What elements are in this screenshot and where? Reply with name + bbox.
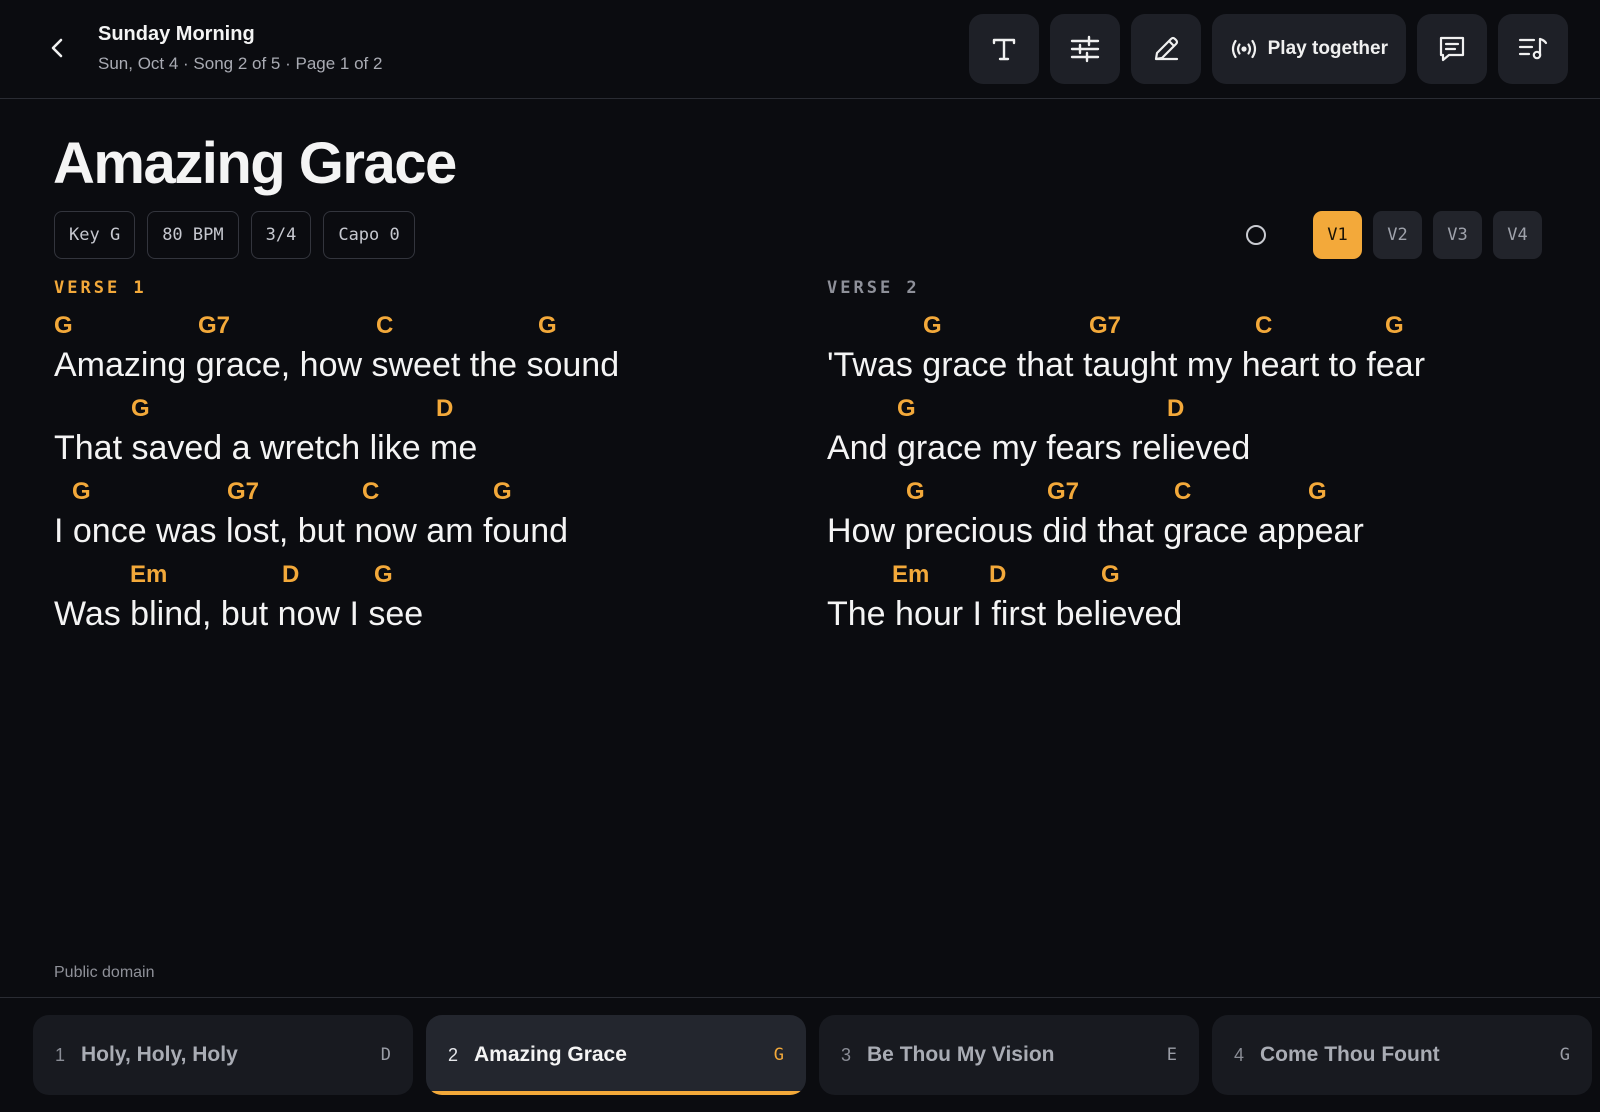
set-meta: Sun, Oct 4 · Song 2 of 5 · Page 1 of 2 <box>98 54 383 73</box>
chord: D <box>282 561 300 588</box>
tempo-chip: 80 BPM <box>147 211 239 259</box>
tab-song-title: Be Thou My Vision <box>867 1043 1055 1066</box>
chord: D <box>436 395 454 422</box>
adjust-button[interactable] <box>1049 14 1120 84</box>
lyric-line: That saved a wretch like me <box>54 429 478 467</box>
tab-number: 4 <box>1234 1044 1245 1065</box>
time-signature-chip: 3/4 <box>250 211 312 259</box>
tab-song-title: Holy, Holy, Holy <box>81 1043 238 1066</box>
tab-key: E <box>1166 1045 1177 1065</box>
lyric-line: The hour I first believed <box>827 595 1183 633</box>
broadcast-icon <box>1231 39 1256 59</box>
verse-1-block: VERSE 1 G G7 C G Amazing grace, how swee… <box>54 278 619 644</box>
chord: C <box>362 478 380 505</box>
key-chip: Key G <box>54 211 136 259</box>
tab-key: G <box>773 1045 784 1065</box>
setlist-bar: 1 Holy, Holy, Holy D 2 Amazing Grace G 3… <box>0 997 1600 1112</box>
tab-song-title: Amazing Grace <box>474 1043 627 1066</box>
comment-icon <box>1439 36 1465 62</box>
verse-2-block: VERSE 2 G G7 C G 'Twas grace that taught… <box>827 278 1425 644</box>
setlist-tab-active[interactable]: 2 Amazing Grace G <box>426 1015 806 1095</box>
chord: G <box>1308 478 1327 505</box>
back-button[interactable] <box>40 30 76 66</box>
tab-song-title: Come Thou Fount <box>1260 1043 1440 1066</box>
tab-key: D <box>380 1045 391 1065</box>
chord: G <box>538 312 557 339</box>
chord-line: G G7 C G How precious did that grace app… <box>827 478 1364 561</box>
chord-line: G D And grace my fears relieved <box>827 395 1250 478</box>
setlist-tab[interactable]: 4 Come Thou Fount G <box>1212 1015 1592 1095</box>
chord: G7 <box>1047 478 1080 505</box>
play-together-label: Play together <box>1267 38 1388 59</box>
setlist-tab[interactable]: 1 Holy, Holy, Holy D <box>33 1015 413 1095</box>
chord: G <box>131 395 150 422</box>
sliders-icon <box>1070 35 1099 63</box>
chord: G7 <box>227 478 260 505</box>
lyric-line: And grace my fears relieved <box>827 429 1251 467</box>
chord: D <box>1167 395 1185 422</box>
text-size-button[interactable] <box>968 14 1039 84</box>
chord-line: G G7 C G 'Twas grace that taught my hear… <box>827 312 1425 395</box>
chord: G <box>54 312 73 339</box>
chord: G <box>906 478 925 505</box>
setlist-icon <box>1518 37 1548 60</box>
top-bar: Sunday Morning Sun, Oct 4 · Song 2 of 5 … <box>0 0 1600 99</box>
chord: G7 <box>198 312 231 339</box>
chord: C <box>1255 312 1273 339</box>
chord: Em <box>892 561 930 588</box>
lyric-line: Was blind, but now I see <box>54 595 424 633</box>
tab-number: 2 <box>448 1044 459 1065</box>
verse-button-v3[interactable]: V3 <box>1433 211 1482 259</box>
chord: Em <box>130 561 168 588</box>
tab-number: 3 <box>841 1044 852 1065</box>
chord: C <box>376 312 394 339</box>
capo-chip: Capo 0 <box>323 211 415 259</box>
annotate-button[interactable] <box>1130 14 1201 84</box>
toolbar: Play together <box>968 14 1568 84</box>
tab-number: 1 <box>55 1044 66 1065</box>
lyric-line: 'Twas grace that taught my heart to fear <box>827 346 1426 384</box>
back-chevron-icon <box>51 38 63 58</box>
setlist-button[interactable] <box>1498 14 1568 84</box>
verse-button-v2[interactable]: V2 <box>1373 211 1422 259</box>
comments-button[interactable] <box>1417 14 1487 84</box>
chord-line: Em D G The hour I first believed <box>827 561 1182 644</box>
song-meta-chips: Key G 80 BPM 3/4 Capo 0 <box>54 211 415 259</box>
verse-button-v4[interactable]: V4 <box>1493 211 1542 259</box>
chord: G <box>493 478 512 505</box>
pencil-icon <box>1154 36 1178 61</box>
verse-navigation: V1 V2 V3 V4 <box>1246 211 1542 259</box>
chord-line: G G7 C G Amazing grace, how sweet the so… <box>54 312 619 395</box>
text-size-icon <box>992 38 1015 61</box>
lyric-line: I once was lost, but now am found <box>54 512 569 550</box>
verse-button-v1[interactable]: V1 <box>1313 211 1362 259</box>
chord: G7 <box>1089 312 1122 339</box>
chord-line: G G7 C G I once was lost, but now am fou… <box>54 478 568 561</box>
chord: C <box>1174 478 1192 505</box>
chord: D <box>989 561 1007 588</box>
lyric-line: Amazing grace, how sweet the sound <box>54 346 620 384</box>
tab-key: G <box>1559 1045 1570 1065</box>
chord: G <box>897 395 916 422</box>
play-together-button[interactable]: Play together <box>1211 14 1406 84</box>
verse-label: VERSE 2 <box>827 278 920 298</box>
setlist-tab[interactable]: 3 Be Thou My Vision E <box>819 1015 1199 1095</box>
chord: G <box>1385 312 1404 339</box>
chord: G <box>72 478 91 505</box>
verse-label: VERSE 1 <box>54 278 147 298</box>
song-title: Amazing Grace <box>53 131 457 196</box>
chord-line: Em D G Was blind, but now I see <box>54 561 423 644</box>
lyric-line: How precious did that grace appear <box>827 512 1364 550</box>
autoscroll-circle-icon[interactable] <box>1246 225 1266 245</box>
chord: G <box>1101 561 1120 588</box>
chord: G <box>374 561 393 588</box>
license-note: Public domain <box>54 964 155 981</box>
chord-line: G D That saved a wretch like me <box>54 395 477 478</box>
set-title: Sunday Morning <box>98 23 255 45</box>
chord: G <box>923 312 942 339</box>
